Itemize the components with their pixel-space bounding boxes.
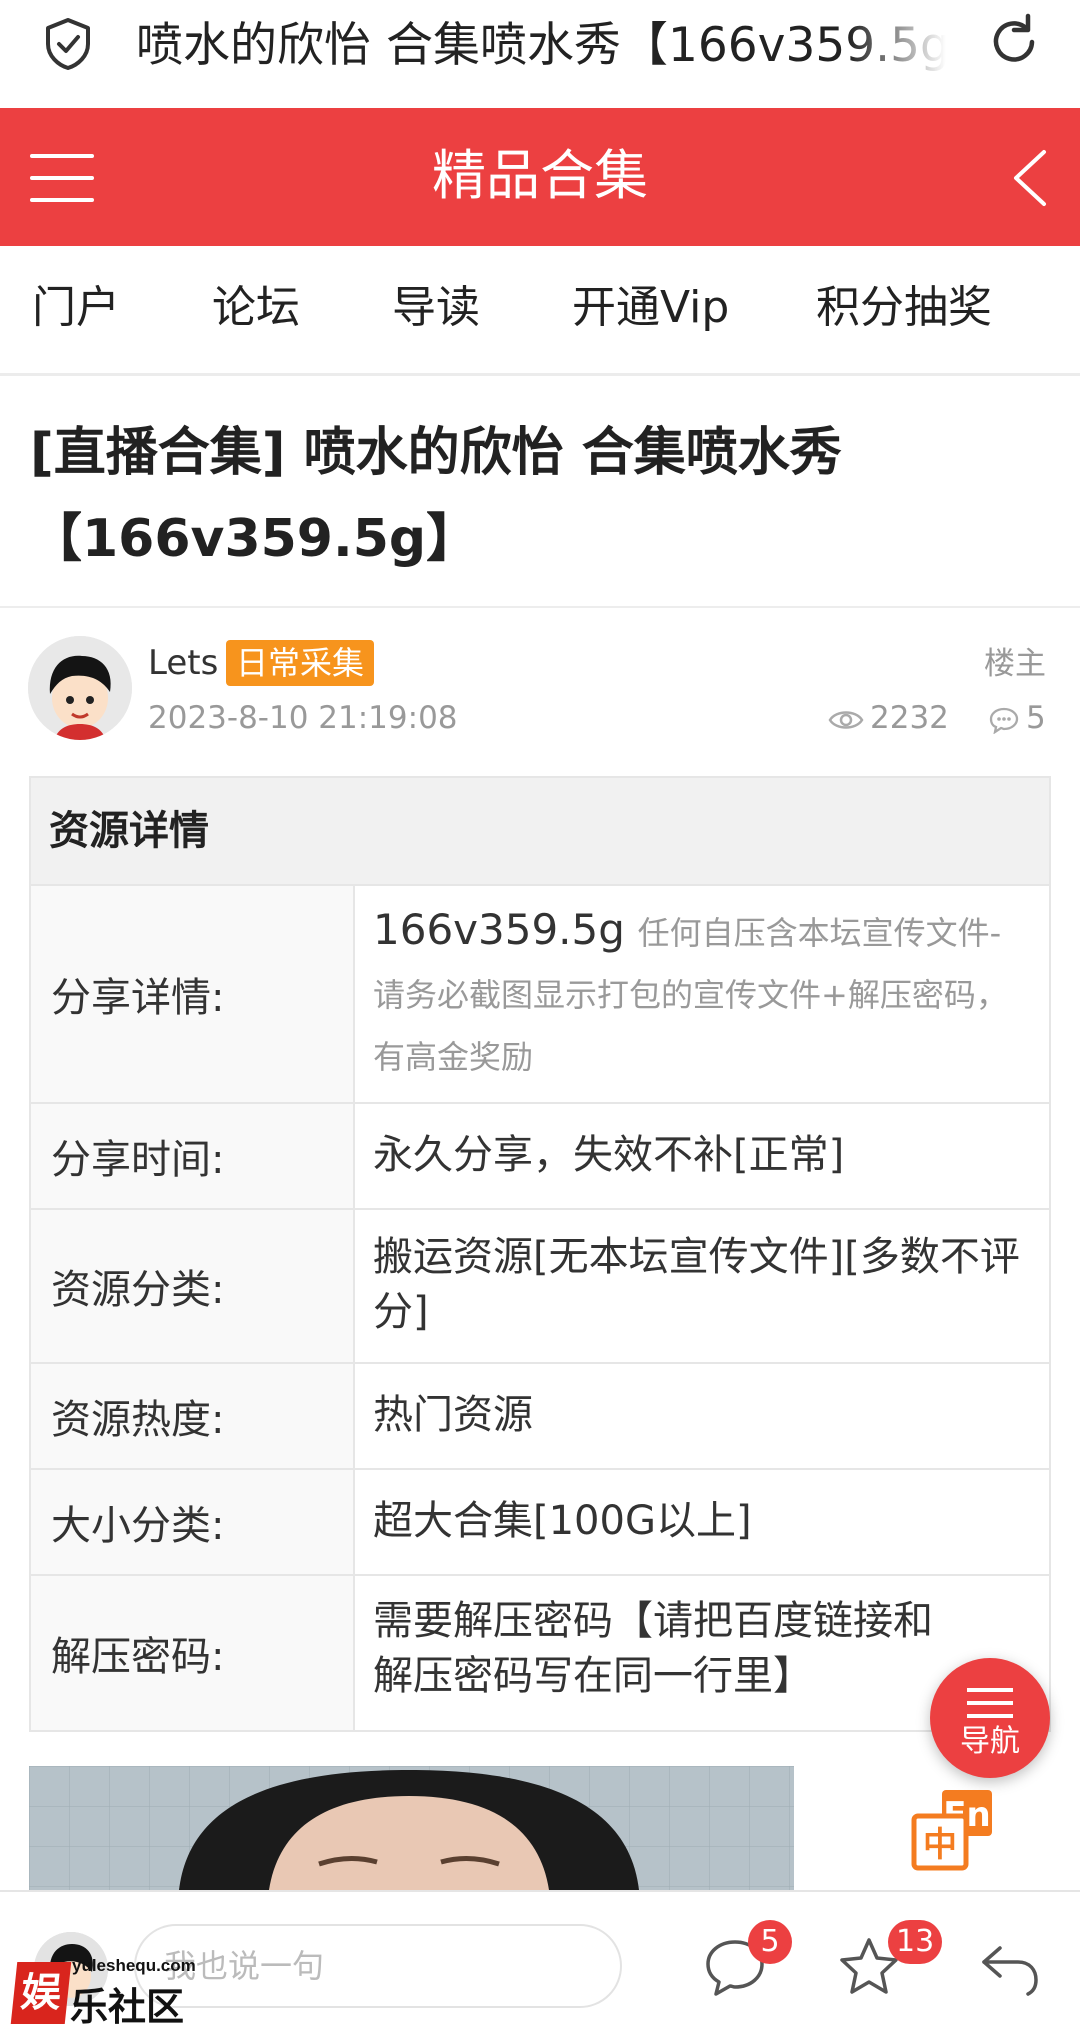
watermark-box: 娱	[10, 1962, 72, 2024]
author-name[interactable]: Lets	[148, 640, 218, 686]
row-label: 资源分类:	[31, 1210, 355, 1362]
table-row: 分享时间: 永久分享，失效不补[正常]	[31, 1102, 1049, 1208]
floating-nav-label: 导航	[960, 1724, 1020, 1759]
svg-text:中: 中	[923, 1825, 957, 1865]
floating-nav-button[interactable]: 导航	[930, 1658, 1050, 1778]
avatar-image	[28, 636, 132, 740]
app-header: 精品合集	[0, 108, 1080, 246]
menu-icon	[967, 1688, 1013, 1718]
reload-icon[interactable]	[984, 12, 1044, 72]
comment-count-badge: 5	[748, 1920, 792, 1964]
browser-bar: 喷水的欣怡 合集喷水秀【166v359.5g】	[0, 0, 1080, 108]
page-title: 精品合集	[432, 144, 648, 207]
row-label: 解压密码:	[31, 1576, 355, 1730]
back-chevron-icon[interactable]	[1010, 148, 1050, 208]
share-size: 166v359.5g	[373, 905, 625, 954]
row-value: 166v359.5g 任何自压含本坛宣传文件-请务必截图显示打包的宣传文件+解压…	[355, 886, 1049, 1102]
row-value: 超大合集[100G以上]	[373, 1498, 752, 1544]
row-label: 分享时间:	[31, 1104, 355, 1208]
table-row: 资源分类: 搬运资源[无本坛宣传文件][多数不评分]	[31, 1208, 1049, 1362]
table-row: 资源热度: 热门资源	[31, 1362, 1049, 1468]
resource-table-heading: 资源详情	[31, 778, 1049, 884]
language-switch-icon[interactable]: En 中	[908, 1786, 998, 1876]
row-label: 资源热度:	[31, 1364, 355, 1468]
author-badge: 日常采集	[226, 640, 375, 686]
row-label: 分享详情:	[31, 886, 355, 1102]
row-label: 大小分类:	[31, 1470, 355, 1574]
post-title: [直播合集] 喷水的欣怡 合集喷水秀【166v359.5g】	[30, 423, 842, 569]
post-image[interactable]	[29, 1766, 794, 1890]
row-value: 永久分享，失效不补[正常]	[373, 1132, 845, 1178]
shield-check-icon[interactable]	[40, 16, 96, 72]
avatar[interactable]	[28, 636, 132, 740]
divider	[0, 606, 1080, 608]
view-count: 2232	[828, 696, 949, 740]
resource-table: 资源详情 分享详情: 166v359.5g 任何自压含本坛宣传文件-请务必截图显…	[29, 776, 1051, 1732]
comment-input[interactable]	[134, 1924, 622, 2008]
post-time: 2023-8-10 21:19:08	[148, 700, 458, 736]
tab-vip[interactable]: 开通Vip	[572, 280, 729, 336]
browser-page-title[interactable]: 喷水的欣怡 合集喷水秀【166v359.5g】	[136, 14, 946, 78]
nav-tabs: 门户 论坛 导读 开通Vip 积分抽奖	[0, 246, 1080, 376]
comment-icon	[989, 707, 1019, 734]
tab-lottery[interactable]: 积分抽奖	[816, 280, 992, 336]
watermark-url: yuleshequ.com	[72, 1956, 196, 1975]
watermark-logo: 娱 yuleshequ.com 乐社区	[10, 1956, 196, 2036]
row-value: 搬运资源[无本坛宣传文件][多数不评分]	[373, 1234, 1020, 1335]
table-row: 解压密码: 需要解压密码【请把百度链接和解压密码写在同一行里】	[31, 1574, 1049, 1730]
reply-count-value: 5	[1026, 700, 1046, 736]
table-row: 大小分类: 超大合集[100G以上]	[31, 1468, 1049, 1574]
tab-portal[interactable]: 门户	[32, 280, 120, 336]
tab-forum[interactable]: 论坛	[212, 280, 300, 336]
row-value: 热门资源	[373, 1392, 533, 1438]
photo	[29, 1766, 794, 1890]
eye-icon	[828, 710, 864, 729]
view-count-value: 2232	[870, 700, 949, 736]
share-back-icon[interactable]	[974, 1932, 1044, 2002]
watermark-text: 乐社区	[70, 1985, 185, 2029]
favorite-count-badge: 13	[888, 1920, 943, 1964]
reply-count: 5	[988, 696, 1046, 740]
floor-label: 楼主	[984, 646, 1046, 682]
tab-guide[interactable]: 导读	[392, 280, 480, 336]
table-row: 分享详情: 166v359.5g 任何自压含本坛宣传文件-请务必截图显示打包的宣…	[31, 884, 1049, 1102]
